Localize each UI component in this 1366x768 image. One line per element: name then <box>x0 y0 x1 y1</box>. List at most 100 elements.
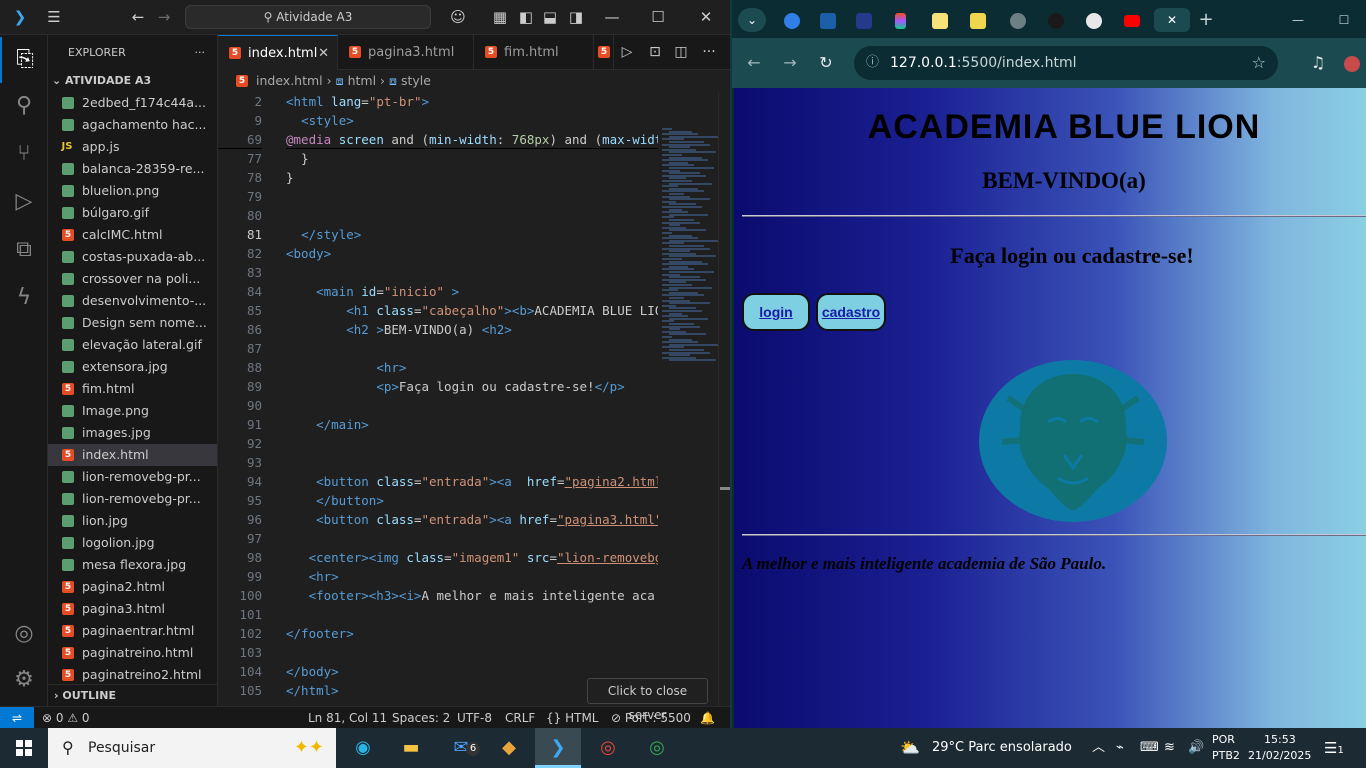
more-actions-icon[interactable]: ··· <box>696 35 722 70</box>
code-line[interactable]: <button class="entrada"><a href="pagina3… <box>286 510 658 529</box>
file-item[interactable]: 5 pagina2.html <box>48 576 217 598</box>
start-button[interactable] <box>0 728 48 768</box>
file-item[interactable]: 5 paginatreino2.html <box>48 664 217 686</box>
tab-youtube[interactable] <box>1118 8 1146 32</box>
volume-icon[interactable]: 🔊 <box>1188 728 1204 768</box>
minimize-icon[interactable]: — <box>1284 8 1312 32</box>
keyboard-layout[interactable]: PTB2 <box>1212 736 1240 768</box>
file-item[interactable]: Design sem nome... <box>48 312 217 334</box>
code-line[interactable] <box>286 263 658 282</box>
editor-scrollbar[interactable] <box>718 92 730 706</box>
chrome-icon[interactable]: ◎ <box>585 728 631 768</box>
file-item[interactable]: balanca-28359-re... <box>48 158 217 180</box>
cursor-position[interactable]: Ln 81, Col 11 <box>308 707 387 729</box>
live-share-icon[interactable]: ϟ <box>0 275 48 321</box>
code-line[interactable]: <h1 class="cabeçalho"><b>ACADEMIA BLUE L… <box>286 301 658 320</box>
breadcrumb-style[interactable]: style <box>401 73 431 88</box>
encoding[interactable]: UTF-8 <box>457 707 492 729</box>
code-line[interactable]: <footer><h3><i>A melhor e mais inteligen… <box>286 586 658 605</box>
code-line[interactable] <box>286 529 658 548</box>
file-item[interactable]: images.jpg <box>48 422 217 444</box>
address-bar[interactable]: ⓘ 127.0.0.1:5500/index.html ☆ <box>854 46 1278 80</box>
file-item[interactable]: 5 calcIMC.html <box>48 224 217 246</box>
chrome-profile-icon[interactable]: ◎ <box>634 728 680 768</box>
code-line[interactable]: @media screen and (min-width: 768px) and… <box>286 130 658 149</box>
end-of-line[interactable]: CRLF <box>505 707 535 729</box>
file-item[interactable]: lion.jpg <box>48 510 217 532</box>
run-debug-icon[interactable]: ▷ <box>0 179 48 225</box>
forward-arrow-icon[interactable]: → <box>150 0 178 35</box>
code-line[interactable] <box>286 434 658 453</box>
minimize-icon[interactable]: — <box>598 0 626 35</box>
language-mode[interactable]: {} HTML <box>546 707 599 729</box>
tab-app[interactable] <box>850 8 878 32</box>
file-item[interactable]: extensora.jpg <box>48 356 217 378</box>
run-icon[interactable]: ▷ <box>614 35 640 70</box>
wifi-icon[interactable]: ≋ <box>1164 728 1175 768</box>
tab-pagina3-html[interactable]: 5 pagina3.html <box>338 35 474 70</box>
new-tab-plus-icon[interactable]: + <box>1192 8 1220 32</box>
command-center-search[interactable]: ⚲ Atividade A3 <box>185 5 431 29</box>
notifications-bell-icon[interactable]: 🔔 <box>700 707 715 729</box>
code-line[interactable]: <p>Faça login ou cadastre-se!</p> <box>286 377 658 396</box>
file-item[interactable]: 2edbed_f174c44a... <box>48 92 217 114</box>
edge-icon[interactable]: ◉ <box>340 728 386 768</box>
bookmark-star-icon[interactable]: ☆ <box>1252 46 1266 80</box>
code-line[interactable] <box>286 339 658 358</box>
input-icon[interactable]: ⌨ <box>1140 728 1159 768</box>
code-line[interactable] <box>286 396 658 415</box>
tab-notes-2[interactable] <box>964 8 992 32</box>
mail-icon[interactable]: ✉ 6 <box>438 728 484 768</box>
indentation[interactable]: Spaces: 2 <box>392 707 450 729</box>
layout-icon[interactable]: ▦ <box>486 0 514 35</box>
file-item[interactable]: desenvolvimento-... <box>48 290 217 312</box>
menu-icon[interactable]: ☰ <box>40 0 68 35</box>
code-line[interactable] <box>286 643 658 662</box>
file-item[interactable]: 5 index.html <box>48 444 217 466</box>
file-item[interactable]: agachamento hac... <box>48 114 217 136</box>
weather-icon[interactable]: ⛅ <box>900 728 920 768</box>
more-actions-icon[interactable]: ··· <box>195 35 206 70</box>
file-item[interactable]: Image.png <box>48 400 217 422</box>
code-line[interactable]: <center><img class="imagem1" src="lion-r… <box>286 548 658 567</box>
file-item[interactable]: lion-removebg-pr... <box>48 488 217 510</box>
tab-active-close-icon[interactable]: ✕ <box>1154 8 1190 32</box>
file-item[interactable]: lion-removebg-pr... <box>48 466 217 488</box>
remote-indicator-icon[interactable]: ⇌ <box>0 707 34 729</box>
meet-icon[interactable]: ⌁ <box>1116 728 1124 768</box>
tab-vscode[interactable] <box>814 8 842 32</box>
tab-figma[interactable] <box>886 8 914 32</box>
folder-root[interactable]: ⌄ ATIVIDADE A3 <box>48 70 217 92</box>
file-item[interactable]: mesa flexora.jpg <box>48 554 217 576</box>
back-arrow-icon[interactable]: ← <box>124 0 152 35</box>
code-line[interactable] <box>286 206 658 225</box>
close-icon[interactable]: ✕ <box>692 0 720 35</box>
file-explorer-icon[interactable]: ▬ <box>388 728 434 768</box>
tab-globe[interactable] <box>1004 8 1032 32</box>
tab-chatgpt[interactable] <box>1080 8 1108 32</box>
code-editor[interactable]: 2 <html lang="pt-br"> 9 <style> 69 @media sc… <box>218 92 658 706</box>
taskbar-search[interactable]: ⚲ Pesquisar ✦✦ <box>48 728 336 768</box>
copilot-icon[interactable]: ☺ <box>444 0 472 35</box>
git-icon[interactable]: ◆ <box>486 728 532 768</box>
account-icon[interactable]: ◎ <box>0 611 48 657</box>
code-line[interactable]: } <box>286 168 658 187</box>
source-control-icon[interactable]: ⑂ <box>0 131 48 177</box>
code-line[interactable]: <hr> <box>286 567 658 586</box>
explorer-icon[interactable]: ⎘ <box>0 37 48 83</box>
extensions-icon[interactable]: ⧉ <box>0 227 48 273</box>
file-item[interactable]: bluelion.png <box>48 180 217 202</box>
file-item[interactable]: JS app.js <box>48 136 217 158</box>
profile-avatar[interactable] <box>1340 51 1364 75</box>
file-item[interactable]: 5 fim.html <box>48 378 217 400</box>
problems-indicator[interactable]: ⊗ 0 ⚠ 0 <box>42 707 90 729</box>
code-line[interactable]: </style> <box>286 225 658 244</box>
vscode-taskbar-icon[interactable]: ❯ <box>535 728 581 768</box>
login-button[interactable]: login <box>742 293 810 331</box>
breadcrumb-html[interactable]: html <box>348 73 376 88</box>
file-item[interactable]: elevação lateral.gif <box>48 334 217 356</box>
code-line[interactable]: } <box>286 149 658 168</box>
code-line[interactable]: <button class="entrada"><a href="pagina2… <box>286 472 658 491</box>
tab-overflow[interactable]: 5 <box>594 35 614 70</box>
file-item[interactable]: 5 pagina3.html <box>48 598 217 620</box>
